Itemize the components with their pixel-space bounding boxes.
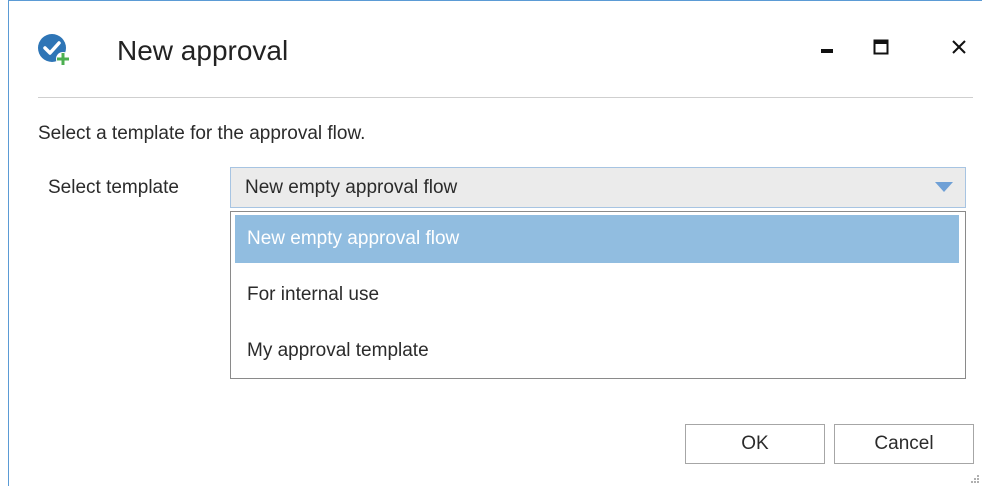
title-bar: New approval (9, 1, 982, 97)
minimize-button[interactable] (807, 27, 847, 67)
close-icon (952, 40, 966, 54)
new-approval-dialog: New approval Select a template for the a… (8, 0, 982, 486)
title-divider (38, 97, 973, 98)
template-select-value: New empty approval flow (245, 177, 458, 198)
minimize-icon (821, 49, 833, 53)
instruction-text: Select a template for the approval flow. (38, 123, 366, 144)
select-template-label: Select template (48, 177, 179, 198)
close-button[interactable] (939, 27, 979, 67)
template-option[interactable]: For internal use (235, 271, 959, 319)
approval-check-icon (38, 34, 70, 66)
ok-button[interactable]: OK (685, 424, 825, 464)
maximize-button[interactable] (861, 27, 901, 67)
resize-grip-icon[interactable] (970, 474, 980, 484)
template-option[interactable]: New empty approval flow (235, 215, 959, 263)
template-option[interactable]: My approval template (235, 327, 959, 375)
cancel-button[interactable]: Cancel (834, 424, 974, 464)
maximize-icon (873, 39, 889, 55)
chevron-down-icon[interactable] (935, 182, 953, 192)
template-dropdown-list: New empty approval flow For internal use… (230, 211, 966, 379)
template-select[interactable]: New empty approval flow (230, 167, 966, 208)
dialog-title: New approval (117, 35, 289, 66)
